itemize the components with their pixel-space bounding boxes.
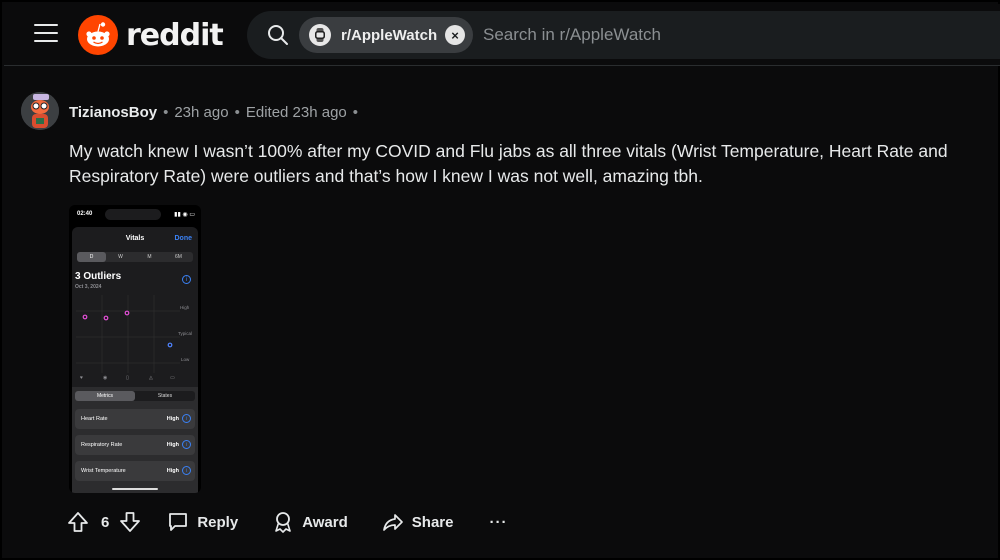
user-avatar[interactable] [21, 92, 59, 130]
signal-wifi-battery-icon: ▮▮ ◉ ▭ [174, 212, 195, 218]
level-label: Typical [178, 331, 193, 336]
award-icon [275, 512, 292, 533]
metric-name: Heart Rate [81, 416, 108, 422]
svg-text:▯: ▯ [126, 375, 129, 381]
award-button[interactable]: Award [272, 511, 348, 533]
metric-row: Heart Rate High i [75, 409, 195, 429]
reply-button[interactable]: Reply [167, 511, 238, 533]
comment-icon [169, 513, 188, 531]
tab-metrics: Metrics [75, 391, 135, 401]
vitals-plot: ♥ ◉ ▯ ◬ ▭ High Typical Low [72, 291, 198, 383]
metric-row: Wrist Temperature High i [75, 461, 195, 481]
comment-image[interactable]: 02:40 ▮▮ ◉ ▭ Vitals Done D W M 6M 3 Outl… [69, 205, 201, 493]
share-icon [382, 514, 403, 531]
metrics-panel: Metrics States Heart Rate High i Respira… [72, 387, 198, 493]
more-options-icon[interactable]: ··· [489, 514, 507, 531]
metric-name: Respiratory Rate [81, 442, 123, 448]
range-segmented-control: D W M 6M [77, 252, 193, 262]
share-button[interactable]: Share [382, 511, 454, 533]
comment-timestamp: 23h ago [174, 104, 229, 121]
meta-separator: • [352, 104, 359, 121]
range-option: 6M [175, 254, 182, 260]
menu-icon[interactable] [34, 24, 58, 44]
comment-body: My watch knew I wasn’t 100% after my COV… [69, 141, 948, 186]
metric-value: High [166, 416, 179, 422]
award-label: Award [302, 513, 348, 531]
search-placeholder[interactable]: Search in r/AppleWatch [483, 25, 661, 45]
logo-wordmark: reddit [126, 17, 224, 53]
status-time: 02:40 [77, 211, 93, 217]
meta-separator: • [234, 104, 240, 121]
phone-status-bar: 02:40 ▮▮ ◉ ▭ [69, 205, 201, 225]
chip-close-icon[interactable]: × [445, 25, 465, 45]
reddit-snoo-icon [78, 15, 118, 55]
community-filter-chip[interactable]: r/AppleWatch × [299, 17, 473, 53]
info-icon: i [182, 440, 191, 449]
svg-text:◬: ◬ [148, 375, 153, 381]
page-frame: reddit r/AppleWatch × Search in r/AppleW… [0, 0, 1000, 560]
search-bar[interactable]: r/AppleWatch × Search in r/AppleWatch [247, 11, 1000, 59]
community-chip-label: r/AppleWatch [341, 26, 438, 44]
reply-label: Reply [197, 513, 239, 531]
meta-separator: • [163, 104, 169, 121]
dynamic-island [105, 209, 161, 220]
level-label: High [180, 305, 190, 310]
outliers-heading: 3 Outliers [75, 271, 122, 282]
vitals-sheet: Vitals Done D W M 6M 3 Outliers Oct 3, 2… [72, 227, 198, 387]
metric-row: Respiratory Rate High i [75, 435, 195, 455]
comment-actions: 6 Reply Award Share ··· [67, 509, 507, 535]
metric-value: High [166, 468, 179, 474]
home-indicator [112, 488, 158, 490]
share-label: Share [411, 513, 454, 531]
community-avatar-icon [309, 24, 331, 46]
info-icon: i [182, 275, 191, 284]
reddit-logo[interactable]: reddit [78, 14, 224, 56]
range-option: D [77, 252, 106, 262]
info-icon: i [182, 466, 191, 475]
search-icon [268, 25, 288, 45]
svg-text:▭: ▭ [170, 375, 175, 381]
comment-edited-label: Edited 23h ago [245, 104, 347, 121]
svg-text:♥: ♥ [80, 375, 83, 381]
vote-count: 6 [101, 513, 110, 531]
upvote-icon[interactable] [67, 511, 89, 533]
metrics-states-tabs: Metrics States [75, 391, 195, 401]
outliers-date: Oct 3, 2024 [75, 284, 102, 290]
metric-name: Wrist Temperature [81, 468, 126, 474]
top-bar: reddit r/AppleWatch × Search in r/AppleW… [4, 4, 1000, 66]
avatar-snoo-icon [21, 92, 59, 130]
level-label: Low [181, 357, 190, 362]
tab-states: States [157, 393, 173, 399]
range-option: M [147, 254, 152, 260]
metric-value: High [166, 442, 179, 448]
watch-icon [315, 28, 325, 42]
info-icon: i [182, 414, 191, 423]
svg-text:◉: ◉ [103, 375, 107, 381]
downvote-icon[interactable] [119, 511, 141, 533]
vitals-done-button: Done [174, 235, 193, 242]
comment-author[interactable]: TizianosBoy [69, 104, 157, 121]
comment-meta: TizianosBoy • 23h ago • Edited 23h ago • [69, 104, 358, 121]
range-option: W [118, 254, 123, 260]
